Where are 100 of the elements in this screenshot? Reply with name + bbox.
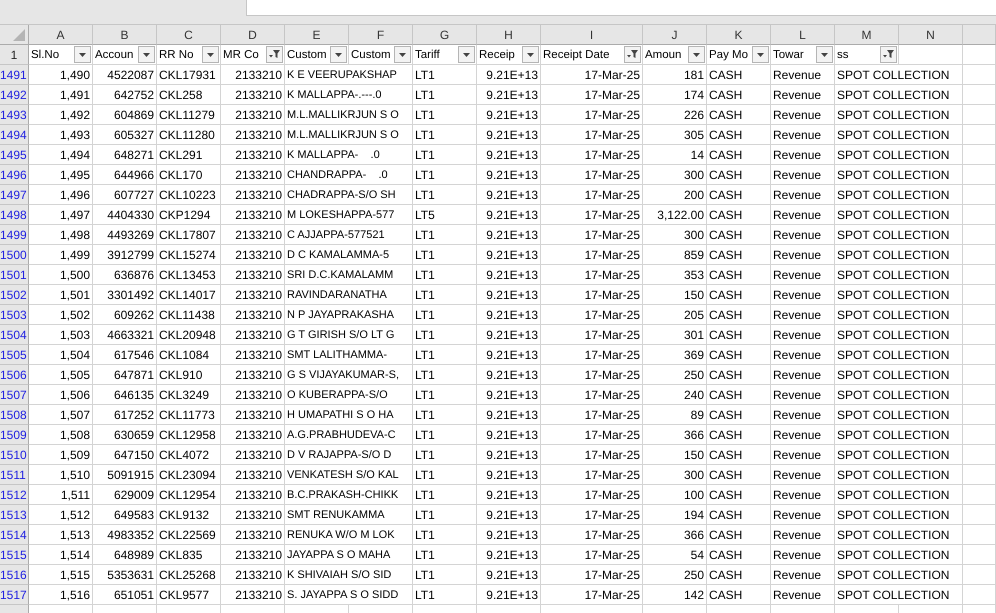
empty-cell: [963, 285, 996, 305]
row-number[interactable]: 1496: [0, 165, 29, 185]
table-cell: 9.21E+13: [477, 585, 541, 605]
filter-button[interactable]: [752, 46, 769, 63]
table-cell: 2133210: [221, 405, 285, 425]
table-cell: Revenue: [771, 505, 835, 525]
table-cell: 1,498: [29, 225, 93, 245]
table-cell: 9.21E+13: [477, 545, 541, 565]
empty-cell: [963, 165, 996, 185]
table-cell: 4493269: [93, 225, 157, 245]
row-number[interactable]: 1509: [0, 425, 29, 445]
table-cell: 629009: [93, 485, 157, 505]
header-label: Amoun: [645, 48, 682, 60]
filter-button[interactable]: [688, 46, 705, 63]
column-header[interactable]: D: [221, 25, 285, 45]
row-number[interactable]: 1514: [0, 525, 29, 545]
column-header[interactable]: E: [285, 25, 349, 45]
filter-button[interactable]: [458, 46, 475, 63]
column-header[interactable]: H: [477, 25, 541, 45]
table-cell: CASH: [707, 225, 771, 245]
column-header[interactable]: M: [835, 25, 899, 45]
table-cell: LT1: [413, 185, 477, 205]
row-number[interactable]: 1495: [0, 145, 29, 165]
column-header[interactable]: C: [157, 25, 221, 45]
column-header[interactable]: I: [541, 25, 643, 45]
filter-button[interactable]: [202, 46, 219, 63]
table-cell: 17-Mar-25: [541, 65, 643, 85]
row-number[interactable]: 1500: [0, 245, 29, 265]
row-number[interactable]: 1510: [0, 445, 29, 465]
filter-button[interactable]: [138, 46, 155, 63]
table-cell: LT1: [413, 105, 477, 125]
row-number[interactable]: 1: [0, 45, 29, 65]
column-header[interactable]: B: [93, 25, 157, 45]
row-number[interactable]: 1498: [0, 205, 29, 225]
table-cell: CKL9577: [157, 585, 221, 605]
table-cell: SPOT COLLECTION: [835, 485, 963, 505]
row-number[interactable]: 1503: [0, 305, 29, 325]
empty-cell: [963, 545, 996, 565]
row-number[interactable]: 1513: [0, 505, 29, 525]
table-cell: 17-Mar-25: [541, 325, 643, 345]
table-cell: 9.21E+13: [477, 105, 541, 125]
row-number[interactable]: 1505: [0, 345, 29, 365]
table-cell: CASH: [707, 485, 771, 505]
filter-button[interactable]: [74, 46, 91, 63]
row-number[interactable]: 1504: [0, 325, 29, 345]
table-cell: 1,515: [29, 565, 93, 585]
filter-button[interactable]: [624, 46, 641, 63]
row-number[interactable]: 1492: [0, 85, 29, 105]
table-cell: 17-Mar-25: [541, 425, 643, 445]
table-cell: 1,502: [29, 305, 93, 325]
row-number[interactable]: 1515: [0, 545, 29, 565]
column-header[interactable]: A: [29, 25, 93, 45]
table-cell: SPOT COLLECTION: [835, 425, 963, 445]
column-header[interactable]: F: [349, 25, 413, 45]
row-number[interactable]: 1493: [0, 105, 29, 125]
table-cell: SPOT COLLECTION: [835, 585, 963, 605]
row-number[interactable]: 1499: [0, 225, 29, 245]
table-cell: LT1: [413, 325, 477, 345]
row-number[interactable]: 1511: [0, 465, 29, 485]
table-cell: 17-Mar-25: [541, 145, 643, 165]
table-cell: 17-Mar-25: [541, 525, 643, 545]
column-header[interactable]: J: [643, 25, 707, 45]
table-cell: CKL9132: [157, 505, 221, 525]
table-cell: 1,512: [29, 505, 93, 525]
filter-button[interactable]: [816, 46, 833, 63]
filter-button[interactable]: [330, 46, 347, 63]
filter-button[interactable]: [522, 46, 539, 63]
row-number[interactable]: 1512: [0, 485, 29, 505]
table-cell: 17-Mar-25: [541, 165, 643, 185]
empty-cell: [963, 245, 996, 265]
table-cell: D C KAMALAMMA-5: [285, 245, 413, 265]
row-number[interactable]: 1506: [0, 365, 29, 385]
row-number[interactable]: 1508: [0, 405, 29, 425]
column-header[interactable]: K: [707, 25, 771, 45]
row-number[interactable]: 1494: [0, 125, 29, 145]
dropdown-arrow-icon: [335, 52, 342, 56]
row-number[interactable]: 1502: [0, 285, 29, 305]
row-number[interactable]: 1507: [0, 385, 29, 405]
row-number[interactable]: 1491: [0, 65, 29, 85]
row-number[interactable]: 1497: [0, 185, 29, 205]
table-cell: A.G.PRABHUDEVA-C: [285, 425, 413, 445]
table-cell: 636876: [93, 265, 157, 285]
table-cell: CASH: [707, 405, 771, 425]
table-cell: 181: [643, 65, 707, 85]
filter-button[interactable]: [266, 46, 283, 63]
filter-icon: [883, 50, 894, 59]
table-cell: SMT RENUKAMMA: [285, 505, 413, 525]
table-cell: SPOT COLLECTION: [835, 245, 963, 265]
filter-icon: [627, 50, 638, 59]
table-cell: N P JAYAPRAKASHA: [285, 305, 413, 325]
row-number[interactable]: 1516: [0, 565, 29, 585]
column-header[interactable]: G: [413, 25, 477, 45]
column-header[interactable]: L: [771, 25, 835, 45]
table-cell: D V RAJAPPA-S/O D: [285, 445, 413, 465]
column-header[interactable]: N: [899, 25, 963, 45]
filter-button[interactable]: [880, 46, 897, 63]
row-number[interactable]: 1517: [0, 585, 29, 605]
table-cell: 17-Mar-25: [541, 545, 643, 565]
filter-button[interactable]: [394, 46, 411, 63]
row-number[interactable]: 1501: [0, 265, 29, 285]
